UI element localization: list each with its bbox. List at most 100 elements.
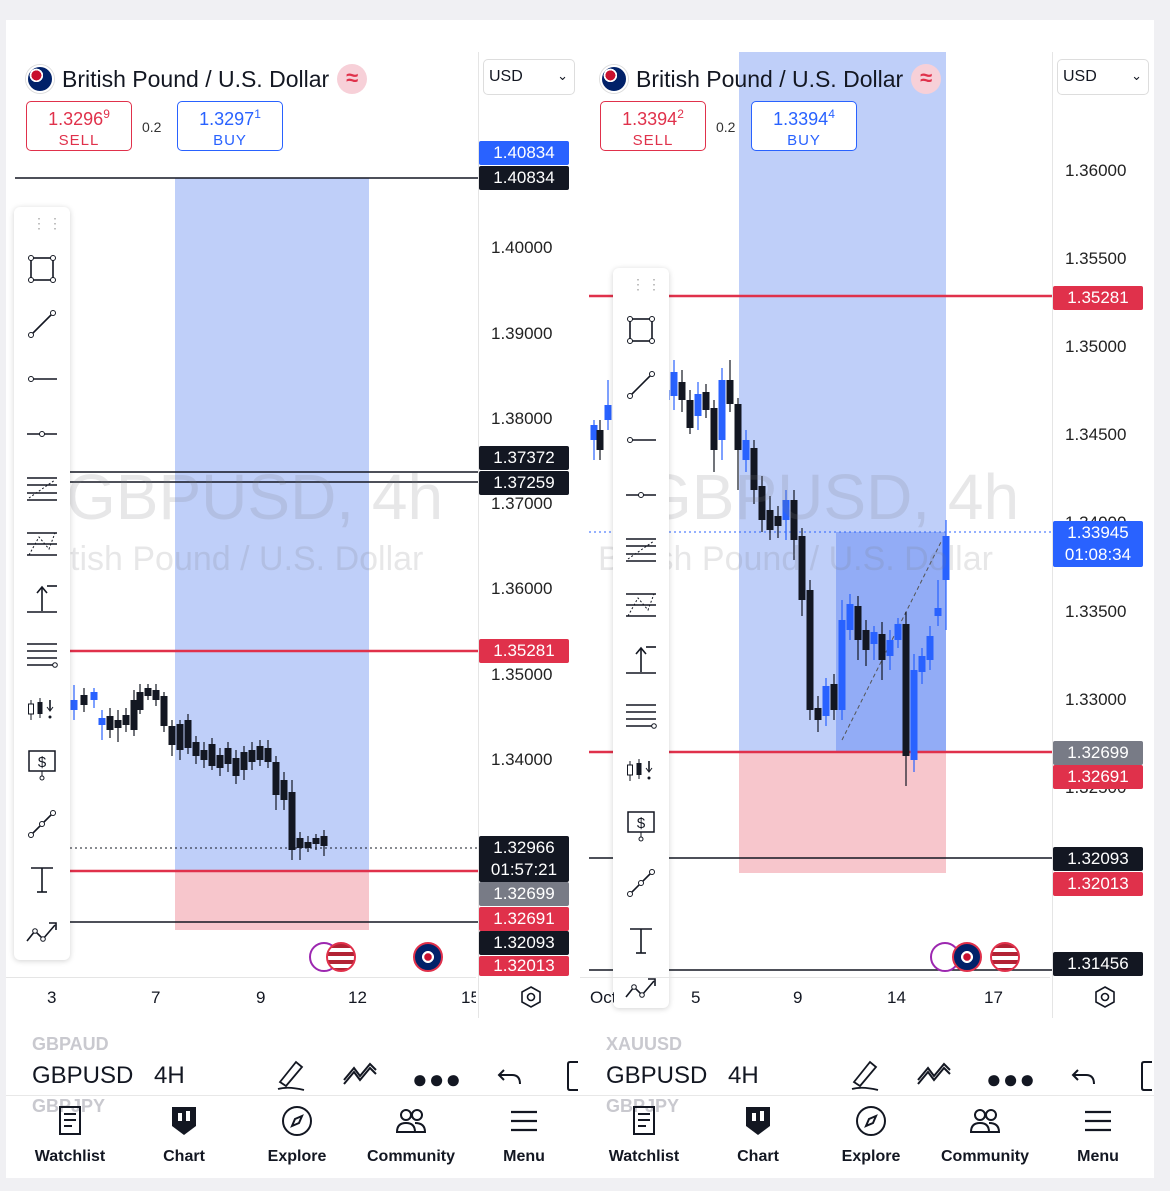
fib-extension-tool-icon[interactable] [25, 527, 59, 561]
sell-button[interactable]: 1.33942 SELL [600, 101, 706, 151]
price-label-line[interactable]: 1.32093 [479, 931, 569, 955]
tab-chart[interactable]: Chart [134, 1104, 234, 1166]
horizontal-line-tool-icon[interactable] [624, 478, 658, 512]
price-range-tool-icon[interactable] [624, 643, 658, 677]
trend-line-tool-icon[interactable] [25, 307, 59, 341]
price-label-line[interactable]: 1.37259 [479, 471, 569, 495]
tab-explore[interactable]: Explore [821, 1104, 921, 1166]
fullscreen-icon[interactable] [1140, 1060, 1154, 1097]
price-label-line[interactable]: 1.37372 [479, 446, 569, 470]
screenshot-root: GBPUSD, 4h tish Pound / U.S. Dollar Brit… [0, 0, 1170, 1191]
timeframe-selector[interactable]: 4H [154, 1062, 185, 1090]
symbol-header[interactable]: British Pound / U.S. Dollar ≈ [26, 64, 368, 94]
gbp-flag-icon[interactable] [413, 942, 443, 972]
candle-body [822, 686, 830, 716]
price-label-line[interactable]: 1.35281 [1053, 286, 1143, 310]
tab-watchlist[interactable]: Watchlist [20, 1104, 120, 1166]
price-label-line[interactable]: 1.32691 [479, 907, 569, 931]
trend-line-tool-icon[interactable] [624, 368, 658, 402]
more-options-icon[interactable]: ●●● [412, 1064, 462, 1095]
prev-symbol[interactable]: GBPAUD [32, 1034, 109, 1055]
draw-pen-icon[interactable] [848, 1056, 882, 1097]
candle-body [742, 440, 750, 460]
fib-extension-tool-icon[interactable] [624, 588, 658, 622]
tab-community[interactable]: Community [935, 1104, 1035, 1166]
more-options-icon[interactable]: ●●● [986, 1064, 1036, 1095]
candle-body [152, 690, 160, 700]
draw-pen-icon[interactable] [274, 1056, 308, 1097]
price-label-line[interactable]: 1.31456 [1053, 952, 1143, 976]
text-tool-icon[interactable] [624, 923, 658, 957]
text-tool-icon[interactable] [25, 862, 59, 896]
price-label-line[interactable]: 1.32691 [1053, 765, 1143, 789]
price-label-line[interactable]: 1.40834 [479, 166, 569, 190]
tab-chart[interactable]: Chart [708, 1104, 808, 1166]
drag-handle-icon[interactable]: ⋮⋮ [32, 215, 64, 232]
symbol-selector[interactable]: GBPUSD [606, 1062, 707, 1090]
buy-price: 1.3297 [199, 109, 255, 129]
tab-menu[interactable]: Menu [1048, 1104, 1148, 1166]
prev-symbol[interactable]: XAUUSD [606, 1034, 682, 1055]
bars-pattern-tool-icon[interactable] [624, 753, 658, 787]
tab-watchlist[interactable]: Watchlist [594, 1104, 694, 1166]
sell-label: SELL [632, 132, 674, 149]
price-label-line[interactable]: 1.32699 [1053, 741, 1143, 765]
market-status-icon[interactable]: ≈ [911, 64, 942, 94]
dollar-position-tool-icon[interactable]: $ [25, 747, 59, 781]
settings-icon[interactable] [519, 985, 543, 1014]
sell-button[interactable]: 1.32969 SELL [26, 101, 132, 151]
price-tick: 1.35000 [491, 665, 553, 684]
price-label-line[interactable]: 1.32093 [1053, 847, 1143, 871]
undo-icon[interactable] [1070, 1060, 1100, 1095]
fib-retracement-tool-icon[interactable] [624, 533, 658, 567]
indicators-icon[interactable] [342, 1058, 378, 1093]
parallel-channel-tool-icon[interactable] [25, 637, 59, 671]
tab-community[interactable]: Community [361, 1104, 461, 1166]
gbp-flag-icon[interactable] [952, 942, 982, 972]
price-label-line[interactable]: 1.32013 [1053, 872, 1143, 896]
price-label-alert[interactable]: 1.40834 [479, 141, 569, 165]
currency-select[interactable]: USD ⌄ [483, 59, 575, 95]
forecast-line-tool-icon[interactable] [25, 807, 59, 841]
currency-select[interactable]: USD ⌄ [1057, 59, 1149, 95]
hamburger-menu-icon [511, 1110, 537, 1132]
price-range-tool-icon[interactable] [25, 582, 59, 616]
market-status-icon[interactable]: ≈ [337, 64, 368, 94]
rectangle-tool-icon[interactable] [624, 313, 658, 347]
settings-icon[interactable] [1093, 985, 1117, 1014]
buy-label: BUY [787, 132, 821, 149]
undo-icon[interactable] [496, 1060, 526, 1095]
tab-explore[interactable]: Explore [247, 1104, 347, 1166]
parallel-channel-tool-icon[interactable] [624, 698, 658, 732]
drag-handle-icon[interactable]: ⋮⋮ [631, 276, 663, 293]
indicators-icon[interactable] [916, 1058, 952, 1093]
fib-retracement-tool-icon[interactable] [25, 472, 59, 506]
horizontal-line-tool-icon[interactable] [25, 417, 59, 451]
horizontal-ray-tool-icon[interactable] [624, 423, 658, 457]
price-label-line[interactable]: 1.32013 [479, 956, 569, 976]
dollar-position-tool-icon[interactable]: $ [624, 808, 658, 842]
forecast-line-tool-icon[interactable] [624, 866, 658, 900]
candle-body [80, 695, 88, 705]
bars-pattern-tool-icon[interactable] [25, 692, 59, 726]
candle-body [870, 632, 878, 644]
price-label-line[interactable]: 1.32699 [479, 882, 569, 906]
line-chart-tool-icon[interactable] [25, 917, 59, 951]
line-chart-tool-icon[interactable] [624, 973, 658, 1007]
buy-button[interactable]: 1.32971 BUY [177, 101, 283, 151]
usd-flag-icon[interactable] [326, 942, 356, 972]
symbol-header[interactable]: British Pound / U.S. Dollar ≈ [600, 64, 942, 94]
buy-button[interactable]: 1.33944 BUY [751, 101, 857, 151]
symbol-selector[interactable]: GBPUSD [32, 1062, 133, 1090]
timeframe-selector[interactable]: 4H [728, 1062, 759, 1090]
price-label-line[interactable]: 1.35281 [479, 639, 569, 663]
usd-flag-icon[interactable] [990, 942, 1020, 972]
horizontal-ray-tool-icon[interactable] [25, 362, 59, 396]
bar-countdown: 01:57:21 [490, 860, 558, 879]
fullscreen-icon[interactable] [566, 1060, 580, 1097]
tab-menu[interactable]: Menu [474, 1104, 574, 1166]
current-price-label: 1.32966 01:57:21 [479, 836, 569, 882]
candle-body [862, 630, 870, 650]
candle-body [70, 700, 78, 710]
rectangle-tool-icon[interactable] [25, 252, 59, 286]
